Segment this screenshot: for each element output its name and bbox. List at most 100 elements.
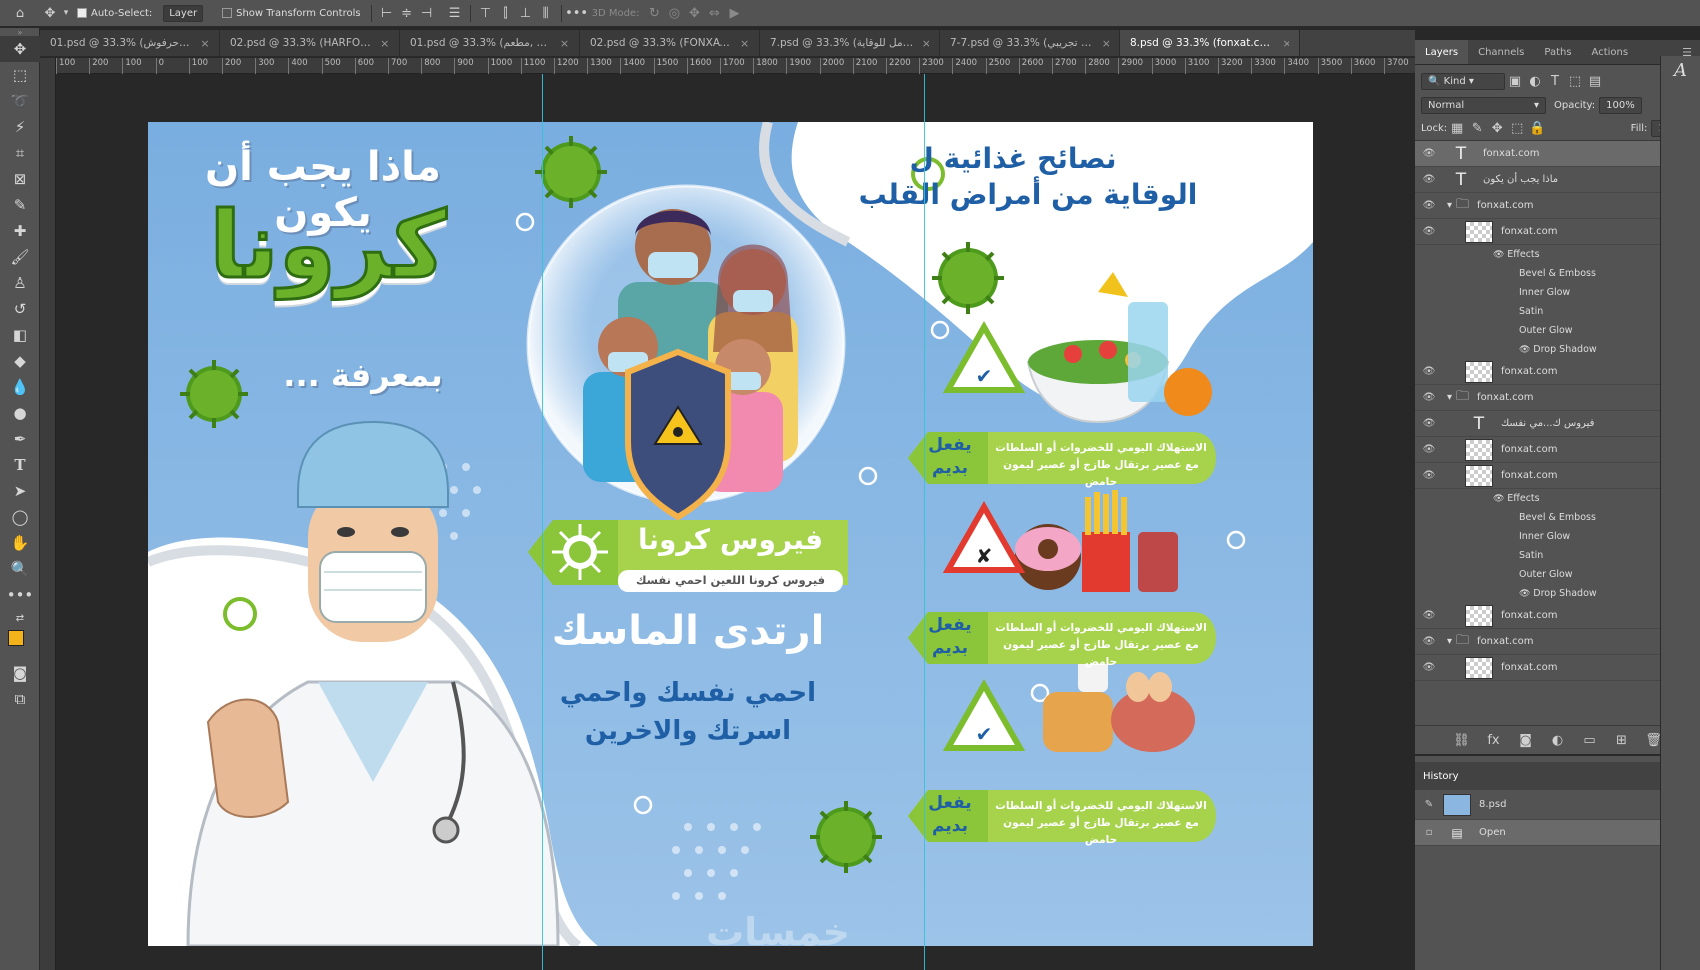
canvas-area[interactable]: ماذا يجب أن يكون كرونا بمعرفة ... فيروس … [56,74,1415,970]
close-icon[interactable]: × [740,37,749,50]
ellipse-tool-icon[interactable]: ◯ [0,504,40,530]
visibility-eye-icon[interactable]: 👁 [1415,392,1443,403]
layer-effect-item[interactable]: 👁 Effects [1415,489,1700,508]
visibility-eye-icon[interactable]: 👁 [1415,444,1443,455]
checkbox-checked[interactable] [77,8,87,18]
type-tool-icon[interactable]: T [0,452,40,478]
chevron-down-icon[interactable]: ▾ [1447,636,1452,647]
layer-effect-item[interactable]: Inner Glow [1415,527,1700,546]
paint-bucket-tool-icon[interactable]: ◆ [0,348,40,374]
document-tab[interactable]: 01.psd @ 33.3% (مطعم, C... × [400,30,580,56]
tab-paths[interactable]: Paths [1534,40,1581,64]
layer-effect-item[interactable]: Bevel & Emboss [1415,264,1700,283]
align-middle-icon[interactable]: ⫿ [496,3,516,23]
collapse-icon[interactable]: » [0,28,40,37]
magic-wand-tool-icon[interactable]: ⚡ [0,114,40,140]
chevron-down-icon[interactable]: ▾ [1447,200,1452,211]
move-tool-icon[interactable]: ✥ [40,3,60,23]
visibility-eye-icon[interactable]: 👁 [1415,418,1443,429]
tab-actions[interactable]: Actions [1582,40,1639,64]
lock-pixels-icon[interactable]: ✎ [1467,119,1487,139]
effect-eye-icon[interactable]: 👁 [1519,589,1533,599]
visibility-eye-icon[interactable]: 👁 [1415,470,1443,481]
more-options-icon[interactable]: ••• [565,3,588,23]
filter-pixel-icon[interactable]: ▣ [1505,71,1525,91]
zoom-tool-icon[interactable]: 🔍 [0,556,40,582]
3d-pan-icon[interactable]: ✥ [684,3,704,23]
document-tab[interactable]: 7.psd @ 33.3% (دليل الشامل للوقاية... × [760,30,940,56]
foreground-color[interactable] [8,630,24,646]
visibility-eye-icon[interactable]: 👁 [1415,200,1443,211]
close-icon[interactable]: × [380,37,389,50]
layer-row[interactable]: 👁Tfonxat.comfx [1415,141,1700,167]
document-tab[interactable]: 02.psd @ 33.3% (FONXAT... × [580,30,760,56]
close-icon[interactable]: × [560,37,569,50]
align-right-icon[interactable]: ⊣ [417,3,437,23]
visibility-eye-icon[interactable]: 👁 [1415,610,1443,621]
visibility-eye-icon[interactable]: 👁 [1415,662,1443,673]
chevron-down-icon[interactable]: ▾ [1447,392,1452,403]
layer-effect-item[interactable]: Bevel & Emboss [1415,508,1700,527]
tab-channels[interactable]: Channels [1468,40,1534,64]
layer-effect-item[interactable]: 👁 Drop Shadow [1415,340,1700,359]
document-tab[interactable]: 01.psd @ 33.3% (حرفوش, C... × [40,30,220,56]
auto-select-dropdown[interactable]: Layer [163,4,204,22]
marquee-tool-icon[interactable]: ⬚ [0,62,40,88]
layer-row[interactable]: 👁 fonxat.com [1415,655,1700,681]
layer-row[interactable]: 👁fonxat.comfx [1415,219,1700,245]
filter-type-icon[interactable]: T [1545,71,1565,91]
layer-effect-item[interactable]: Outer Glow [1415,321,1700,340]
history-brush-icon[interactable]: ✎ [1415,799,1443,810]
align-left-icon[interactable]: ⊢ [377,3,397,23]
pen-tool-icon[interactable]: ✒ [0,426,40,452]
lasso-tool-icon[interactable]: ➰ [0,88,40,114]
lock-all-icon[interactable]: 🔒 [1527,119,1547,139]
guide-line[interactable] [542,74,543,970]
healing-brush-tool-icon[interactable]: ✚ [0,218,40,244]
stamp-tool-icon[interactable]: ♙ [0,270,40,296]
layer-row[interactable]: 👁 ▾ 🗀 fonxat.com [1415,385,1700,411]
effect-eye-icon[interactable]: 👁 [1493,494,1507,504]
align-bottom-icon[interactable]: ⊥ [516,3,536,23]
eyedropper-tool-icon[interactable]: ✎ [0,192,40,218]
character-panel-icon[interactable]: A [1661,60,1700,81]
more-tools-icon[interactable]: ••• [0,582,40,608]
filter-smart-object-icon[interactable]: ▤ [1585,71,1605,91]
layer-row[interactable]: 👁 ▾ 🗀 fonxat.com [1415,629,1700,655]
link-layers-icon[interactable]: ⛓ [1452,730,1472,750]
effect-eye-icon[interactable]: 👁 [1519,345,1533,355]
layer-row[interactable]: 👁fonxat.comfx [1415,463,1700,489]
lock-transparency-icon[interactable]: ▦ [1447,119,1467,139]
document-tab[interactable]: 02.psd @ 33.3% (HARFOU... × [220,30,400,56]
layer-row[interactable]: 👁 fonxat.com [1415,359,1700,385]
filter-shape-icon[interactable]: ⬚ [1565,71,1585,91]
new-layer-icon[interactable]: ⊞ [1612,730,1632,750]
lock-position-icon[interactable]: ✥ [1487,119,1507,139]
checkbox-unchecked[interactable] [222,8,233,18]
close-icon[interactable]: × [1102,37,1109,50]
close-icon[interactable]: × [922,37,929,50]
distribute-vertical-icon[interactable]: ⫼ [536,3,556,23]
add-mask-icon[interactable]: ◙ [1516,730,1536,750]
layer-row[interactable]: 👁 ▾ 🗀 fonxat.com [1415,193,1700,219]
adjustment-layer-icon[interactable]: ◐ [1548,730,1568,750]
kind-filter-dropdown[interactable]: 🔍 Kind ▾ [1421,72,1505,90]
frame-tool-icon[interactable]: ⊠ [0,166,40,192]
layer-style-icon[interactable]: fx [1484,730,1504,750]
tab-layers[interactable]: Layers [1415,40,1469,64]
layer-effect-item[interactable]: Satin [1415,302,1700,321]
visibility-eye-icon[interactable]: 👁 [1415,148,1443,159]
dodge-tool-icon[interactable]: ● [0,400,40,426]
layer-row[interactable]: 👁 T فيروس ك...مي نفسك [1415,411,1700,437]
document-tab[interactable]: 7-7.psd @ 33.3% (نص تجريبي, CMY... × [940,30,1120,56]
history-item[interactable]: ✎ 8.psd [1415,790,1700,820]
layer-effect-item[interactable]: 👁 Drop Shadow [1415,584,1700,603]
opacity-input[interactable]: 100% [1599,96,1642,114]
brush-tool-icon[interactable]: 🖌 [0,244,40,270]
move-tool-icon[interactable]: ✥ [0,36,40,62]
eraser-tool-icon[interactable]: ◧ [0,322,40,348]
close-icon[interactable]: × [1282,37,1289,50]
layer-row[interactable]: 👁 fonxat.com [1415,603,1700,629]
distribute-icon[interactable]: ☰ [445,3,465,23]
align-center-icon[interactable]: ≑ [397,3,417,23]
